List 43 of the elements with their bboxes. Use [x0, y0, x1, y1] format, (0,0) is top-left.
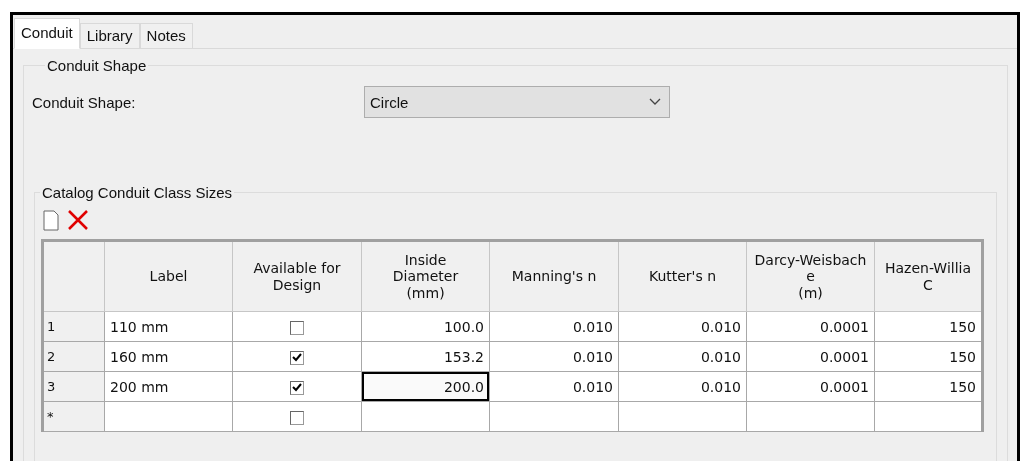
delete-icon[interactable]: [67, 209, 89, 231]
table-cell: 0.010: [618, 371, 747, 402]
column-header[interactable]: Darcy-Weisbach e (m): [746, 240, 875, 312]
tab[interactable]: Conduit: [14, 18, 80, 49]
table-cell: 100.0: [361, 311, 490, 342]
checkbox[interactable]: [290, 380, 304, 395]
table-cell: 0.010: [489, 371, 619, 402]
group-title: Conduit Shape: [46, 57, 148, 74]
column-header[interactable]: Label: [104, 240, 233, 312]
column-header[interactable]: Manning's n: [489, 240, 619, 312]
checkbox[interactable]: [290, 320, 304, 335]
table-cell: 0.010: [618, 341, 747, 372]
table-cell: 150: [874, 311, 983, 342]
table-cell: 0.0001: [746, 341, 875, 372]
table-cell: 110 mm: [104, 311, 233, 342]
tab[interactable]: Library: [79, 23, 140, 48]
table-cell: 200.0: [361, 371, 490, 402]
table-cell: 160 mm: [104, 341, 233, 372]
table-cell: 150: [874, 371, 983, 402]
table-cell: 150: [874, 341, 983, 372]
corner-header: [42, 240, 105, 312]
table-cell: 0.010: [489, 341, 619, 372]
row-header[interactable]: 1: [42, 311, 105, 342]
column-header[interactable]: Available for Design: [232, 240, 362, 312]
table-cell: 0.010: [618, 311, 747, 342]
chevron-down-icon: [649, 98, 661, 106]
row-header[interactable]: 3: [42, 371, 105, 402]
shape-dropdown[interactable]: Circle: [364, 86, 670, 118]
checkbox[interactable]: [290, 410, 304, 425]
column-header[interactable]: Kutter's n: [618, 240, 747, 312]
table-cell: 0.0001: [746, 371, 875, 402]
group-title: Catalog Conduit Class Sizes: [41, 184, 234, 201]
field-label: Conduit Shape:: [32, 93, 137, 111]
column-header[interactable]: Hazen-Willia C: [874, 240, 983, 312]
table-cell: 0.010: [489, 311, 619, 342]
column-header[interactable]: Inside Diameter (mm): [361, 240, 490, 312]
table-cell: 153.2: [361, 341, 490, 372]
row-header[interactable]: *: [42, 401, 105, 432]
row-header[interactable]: 2: [42, 341, 105, 372]
tab[interactable]: Notes: [139, 23, 193, 48]
checkbox[interactable]: [290, 350, 304, 365]
table-cell: 0.0001: [746, 311, 875, 342]
table-cell: 200 mm: [104, 371, 233, 402]
